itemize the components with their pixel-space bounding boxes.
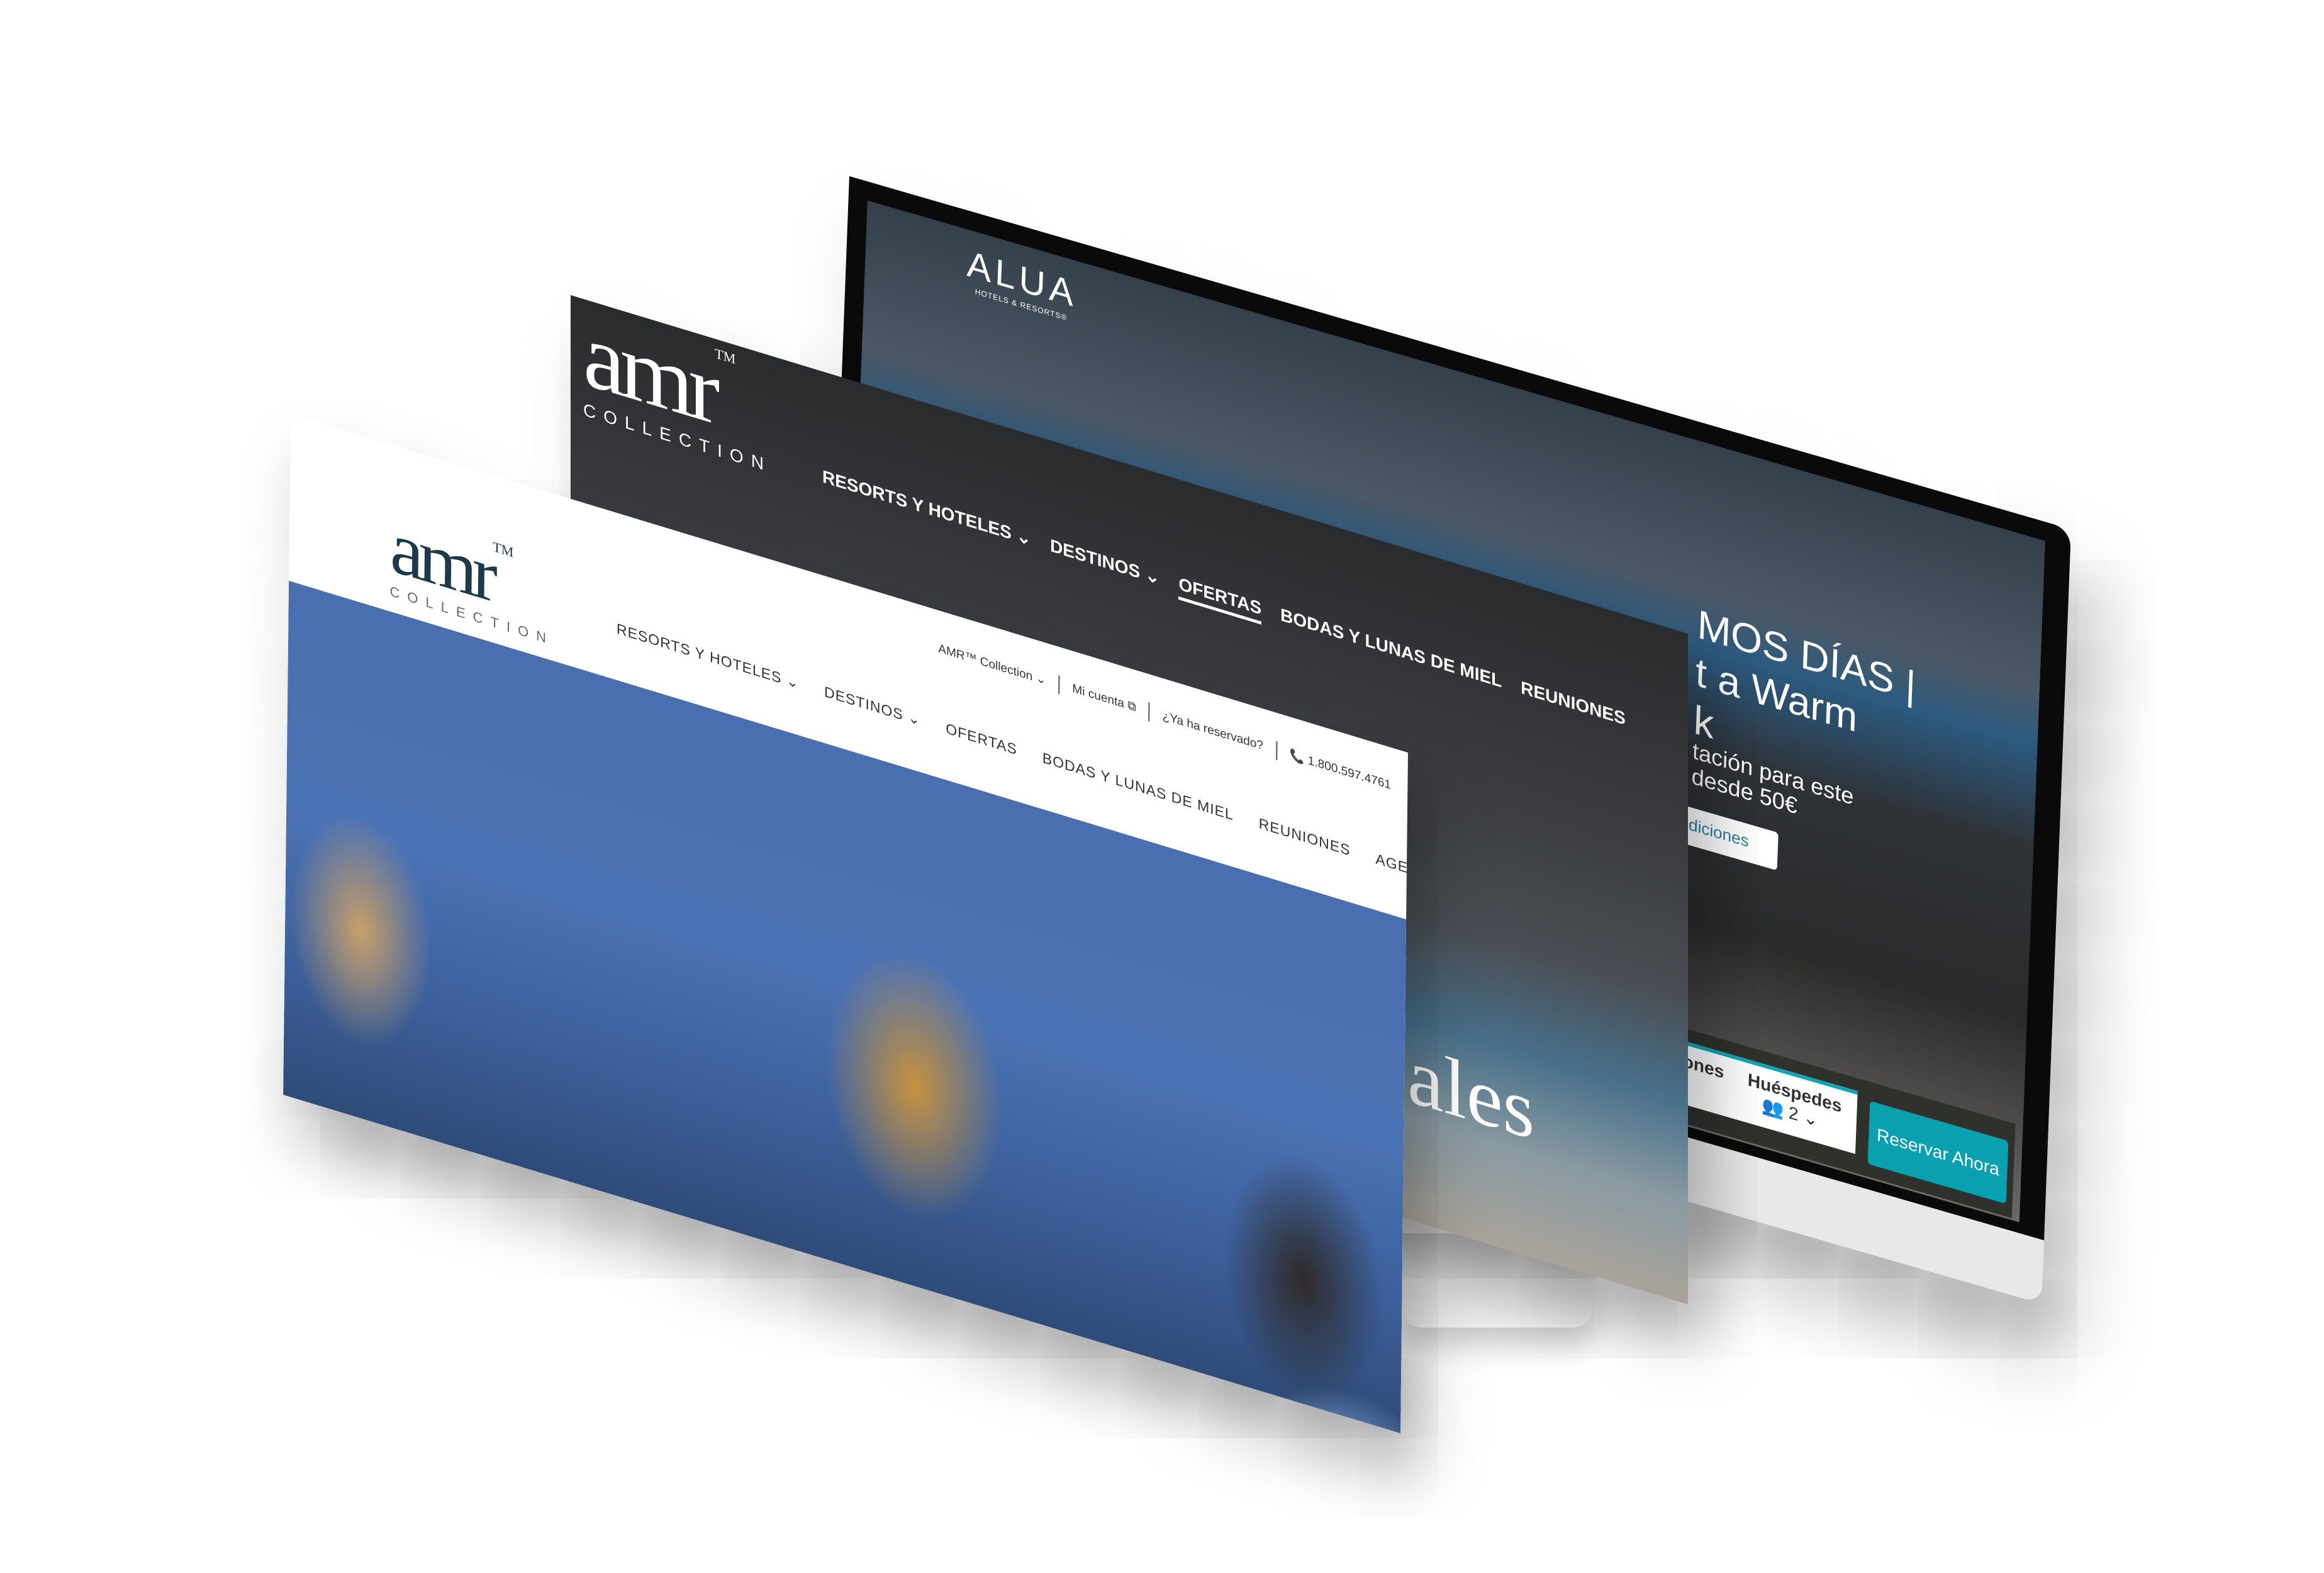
nav-ofertas[interactable]: OFERTAS: [1178, 573, 1262, 625]
chevron-down-icon: ⌄: [1036, 671, 1046, 688]
divider: [1148, 702, 1150, 722]
nav-resorts[interactable]: RESORTS Y HOTELES ⌄: [617, 620, 799, 693]
hero-image-fire-dancers: [283, 581, 1407, 1434]
my-account-link[interactable]: Mi cuenta ⧉: [1072, 682, 1136, 715]
phone-icon: 📞: [1289, 748, 1305, 766]
amr-logo[interactable]: amrTM COLLECTION: [583, 300, 771, 477]
nav-bodas[interactable]: BODAS Y LUNAS DE MIEL: [1280, 605, 1502, 698]
trademark: TM: [493, 538, 514, 561]
nav-bodas[interactable]: BODAS Y LUNAS DE MIEL: [1042, 749, 1234, 824]
nav-agentes[interactable]: AGENTES DE VIAJES: [1375, 850, 1408, 915]
guests-field[interactable]: ciones Huéspedes 👥 2 ⌄: [1660, 1034, 1858, 1154]
chevron-down-icon: ⌄: [786, 671, 800, 692]
divider: [1058, 675, 1060, 695]
collection-dropdown[interactable]: AMR™ Collection ⌄: [938, 641, 1046, 688]
nav-destinos[interactable]: DESTINOS ⌄: [824, 683, 921, 729]
chevron-down-icon: ⌄: [907, 708, 921, 729]
alua-logo[interactable]: ALUA HOTELS & RESORTS®: [966, 242, 1078, 325]
trademark: TM: [715, 345, 736, 367]
reserve-now-button[interactable]: Reservar Ahora: [1867, 1100, 2009, 1204]
booking-bar: ciones Huéspedes 👥 2 ⌄ Reservar Ahora: [1659, 1022, 2016, 1219]
chevron-down-icon: ⌄: [1802, 1106, 1819, 1131]
nav-ofertas[interactable]: OFERTAS: [946, 720, 1017, 758]
nav-destinos[interactable]: DESTINOS ⌄: [1050, 535, 1159, 594]
external-link-icon: ⧉: [1127, 698, 1136, 715]
nav-reuniones[interactable]: REUNIONES: [1259, 815, 1351, 859]
divider: [1275, 741, 1278, 761]
chevron-down-icon: ⌄: [1144, 564, 1160, 588]
phone-link[interactable]: 📞 1.800.597.4761: [1290, 747, 1391, 793]
chevron-down-icon: ⌄: [1016, 525, 1032, 549]
guests-value: 2: [1788, 1102, 1799, 1125]
hero-title-fragment: ales: [1407, 1028, 1535, 1158]
nav-resorts[interactable]: RESORTS Y HOTELES ⌄: [822, 466, 1031, 555]
booked-link[interactable]: ¿Ya ha reservado?: [1163, 709, 1263, 754]
nav-reuniones[interactable]: REUNIONES: [1521, 678, 1625, 735]
